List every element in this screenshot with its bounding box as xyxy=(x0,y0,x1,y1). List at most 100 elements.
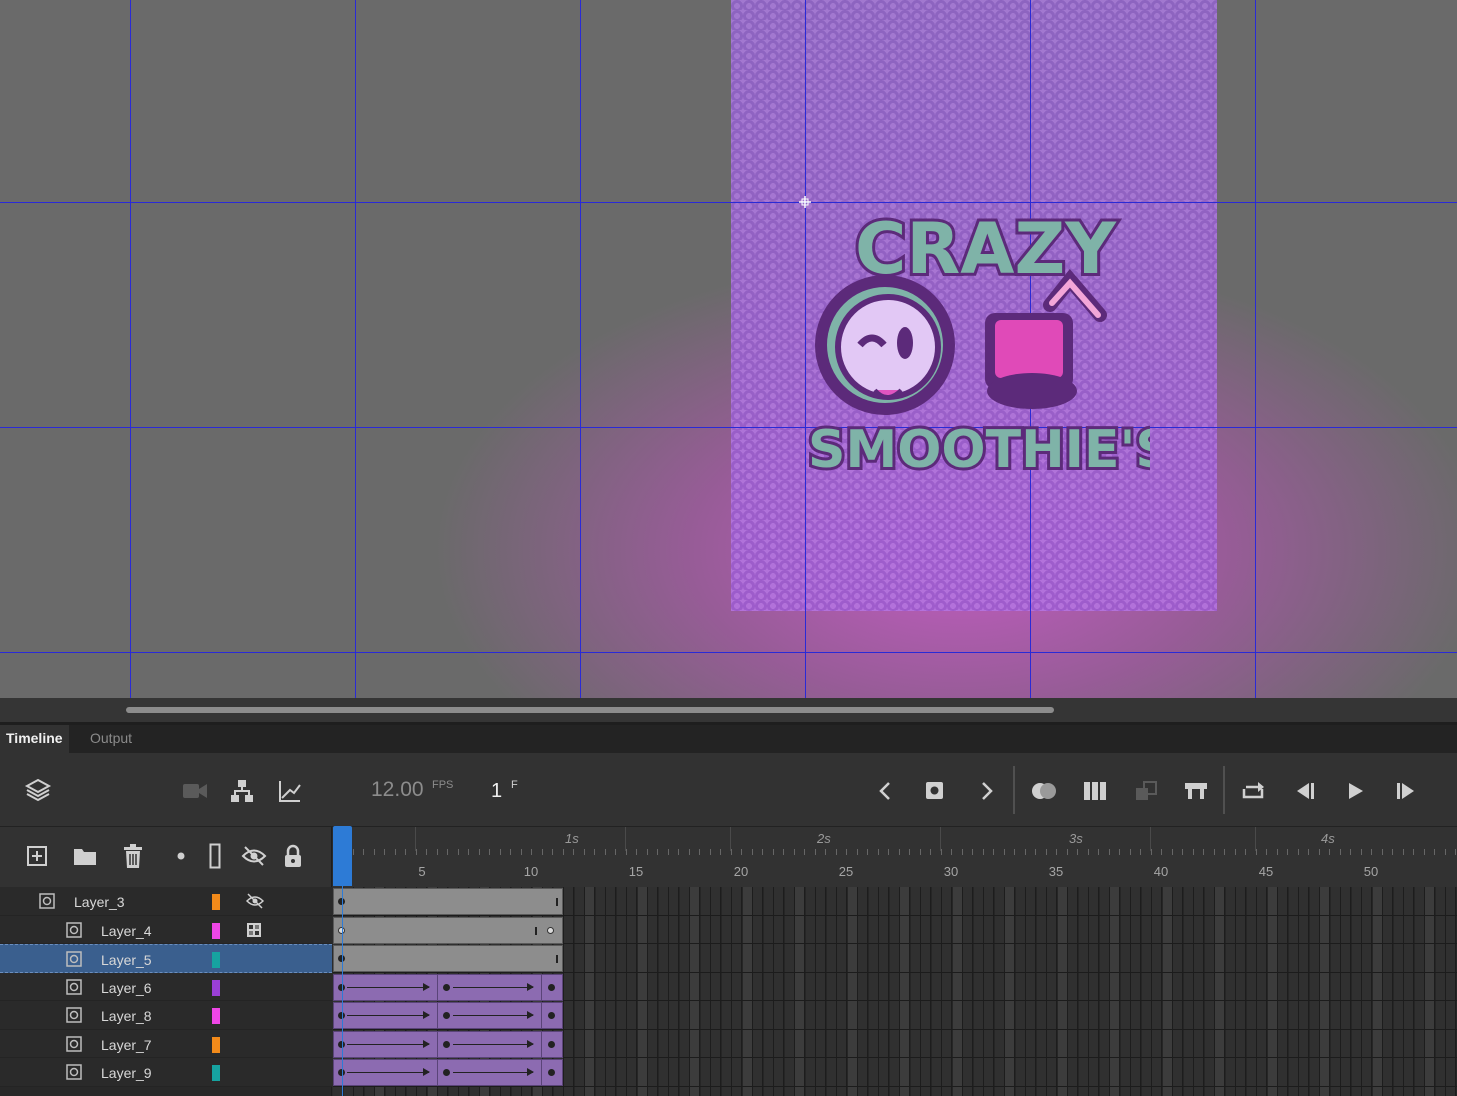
frame-row[interactable] xyxy=(333,1001,1457,1030)
layer-row[interactable]: Layer_7 xyxy=(0,1029,332,1058)
frame-row[interactable] xyxy=(333,1030,1457,1058)
hide-all-layers-icon[interactable] xyxy=(240,843,268,869)
keyframe[interactable] xyxy=(443,1040,450,1048)
keyframe[interactable] xyxy=(548,983,555,991)
current-frame-value[interactable]: 1 xyxy=(491,780,502,803)
keyframe[interactable] xyxy=(443,983,450,991)
checker-icon[interactable] xyxy=(246,922,262,938)
fps-value[interactable]: 12.00 xyxy=(371,778,424,802)
layer-color-swatch[interactable] xyxy=(212,894,220,910)
loop-icon[interactable] xyxy=(1238,776,1270,806)
keyframe[interactable] xyxy=(547,926,554,934)
layer-parenting-icon[interactable] xyxy=(227,776,257,806)
ruler-tick xyxy=(867,849,868,855)
keyframe[interactable] xyxy=(548,1069,555,1076)
frame-row[interactable] xyxy=(333,916,1457,944)
frame-row[interactable] xyxy=(333,887,1457,916)
ruler-tick xyxy=(373,849,375,855)
frame-divider xyxy=(541,1059,542,1086)
ruler-tick xyxy=(1308,849,1309,855)
ruler-tick xyxy=(457,849,459,855)
layer-color-swatch[interactable] xyxy=(212,1008,220,1024)
delete-layer-icon[interactable] xyxy=(120,842,146,870)
keyframe[interactable] xyxy=(548,1040,555,1048)
horizontal-scrollbar-thumb[interactable] xyxy=(126,707,1054,713)
layer-row[interactable]: Layer_9 xyxy=(0,1058,332,1087)
layer-row[interactable]: Layer_4 xyxy=(0,915,332,944)
outline-layers-icon[interactable] xyxy=(205,842,225,870)
eye-hidden-icon[interactable] xyxy=(245,893,265,909)
keyframe[interactable] xyxy=(443,1012,450,1019)
ruler-tick xyxy=(751,849,753,855)
frame-span[interactable] xyxy=(333,945,563,972)
swap-symbol-icon[interactable] xyxy=(1131,776,1161,806)
ruler-tick xyxy=(562,849,564,855)
tab-output[interactable]: Output xyxy=(84,725,138,753)
frame-row[interactable] xyxy=(333,1058,1457,1087)
frame-row[interactable] xyxy=(333,973,1457,1001)
frame-span[interactable] xyxy=(333,888,563,915)
layer-name[interactable]: Layer_3 xyxy=(74,894,125,910)
ruler-frame-number: 50 xyxy=(1363,864,1379,879)
insert-keyframe-icon[interactable] xyxy=(920,776,950,806)
new-layer-icon[interactable] xyxy=(24,843,50,869)
graph-easing-icon[interactable] xyxy=(275,776,305,806)
ruler-tick xyxy=(552,849,553,855)
tween-arrow xyxy=(453,1039,534,1048)
ruler-tick xyxy=(468,849,469,855)
frame-row[interactable] xyxy=(333,944,1457,973)
camera-icon[interactable] xyxy=(180,776,210,806)
ruler-tick xyxy=(688,849,690,855)
layer-color-swatch[interactable] xyxy=(212,952,220,968)
layers-icon[interactable] xyxy=(22,774,54,806)
ruler-tick xyxy=(919,849,921,855)
ruler-tick xyxy=(499,849,501,855)
layer-name[interactable]: Layer_9 xyxy=(101,1065,152,1081)
ruler-tick xyxy=(489,849,490,855)
tab-timeline[interactable]: Timeline xyxy=(0,725,69,753)
new-folder-icon[interactable] xyxy=(71,843,99,869)
highlight-layers-icon[interactable] xyxy=(174,849,188,863)
ruler-tick xyxy=(405,849,406,855)
keyframe[interactable] xyxy=(443,1069,450,1076)
layer-row[interactable]: Layer_5 xyxy=(0,944,332,973)
layer-row[interactable]: Layer_8 xyxy=(0,1001,332,1030)
frame-span[interactable] xyxy=(333,916,563,944)
timeline-ruler[interactable]: 1s 2s 3s 4s 5 10 15 20 25 30 35 40 45 50 xyxy=(333,827,1457,887)
lock-all-layers-icon[interactable] xyxy=(281,843,305,869)
playhead[interactable] xyxy=(333,826,352,886)
ruler-tick xyxy=(1140,849,1141,855)
layer-row[interactable]: Layer_3 xyxy=(0,887,332,916)
next-keyframe-icon[interactable] xyxy=(974,778,1000,804)
step-back-icon[interactable] xyxy=(1290,776,1320,806)
layer-row[interactable]: Layer_6 xyxy=(0,972,332,1001)
layer-name[interactable]: Layer_6 xyxy=(101,980,152,996)
layer-name[interactable]: Layer_8 xyxy=(101,1008,152,1024)
edit-multiple-frames-icon[interactable] xyxy=(1080,776,1110,806)
onion-skin-icon[interactable] xyxy=(1028,776,1060,806)
layer-color-swatch[interactable] xyxy=(212,1065,220,1081)
layer-name[interactable]: Layer_4 xyxy=(101,923,152,939)
ruler-tick xyxy=(1066,849,1068,855)
crazy-smoothies-logo[interactable]: CRAZY SMOOTHIE'S xyxy=(800,195,1150,490)
layer-color-swatch[interactable] xyxy=(212,979,220,996)
ruler-second-label: 2s xyxy=(817,831,831,846)
keyframe[interactable] xyxy=(548,1012,555,1019)
layer-color-swatch[interactable] xyxy=(212,922,220,939)
ruler-tick xyxy=(856,849,858,855)
ruler-tick xyxy=(835,849,837,855)
tween-arrow xyxy=(347,1011,430,1019)
frame-grid[interactable] xyxy=(333,887,1457,1096)
convert-to-symbol-icon[interactable] xyxy=(1181,776,1211,806)
stage-canvas[interactable]: CRAZY SMOOTHIE'S xyxy=(0,0,1457,698)
panel-tab-bar: Timeline Output xyxy=(0,725,1457,753)
ruler-tick xyxy=(636,849,637,855)
previous-keyframe-icon[interactable] xyxy=(872,778,898,804)
step-forward-icon[interactable] xyxy=(1391,776,1421,806)
play-icon[interactable] xyxy=(1340,776,1370,806)
layer-name[interactable]: Layer_7 xyxy=(101,1037,152,1053)
layer-color-swatch[interactable] xyxy=(212,1036,220,1053)
layer-name[interactable]: Layer_5 xyxy=(101,952,152,968)
ruler-frame-number: 10 xyxy=(523,864,539,879)
ruler-tick xyxy=(1423,849,1425,855)
